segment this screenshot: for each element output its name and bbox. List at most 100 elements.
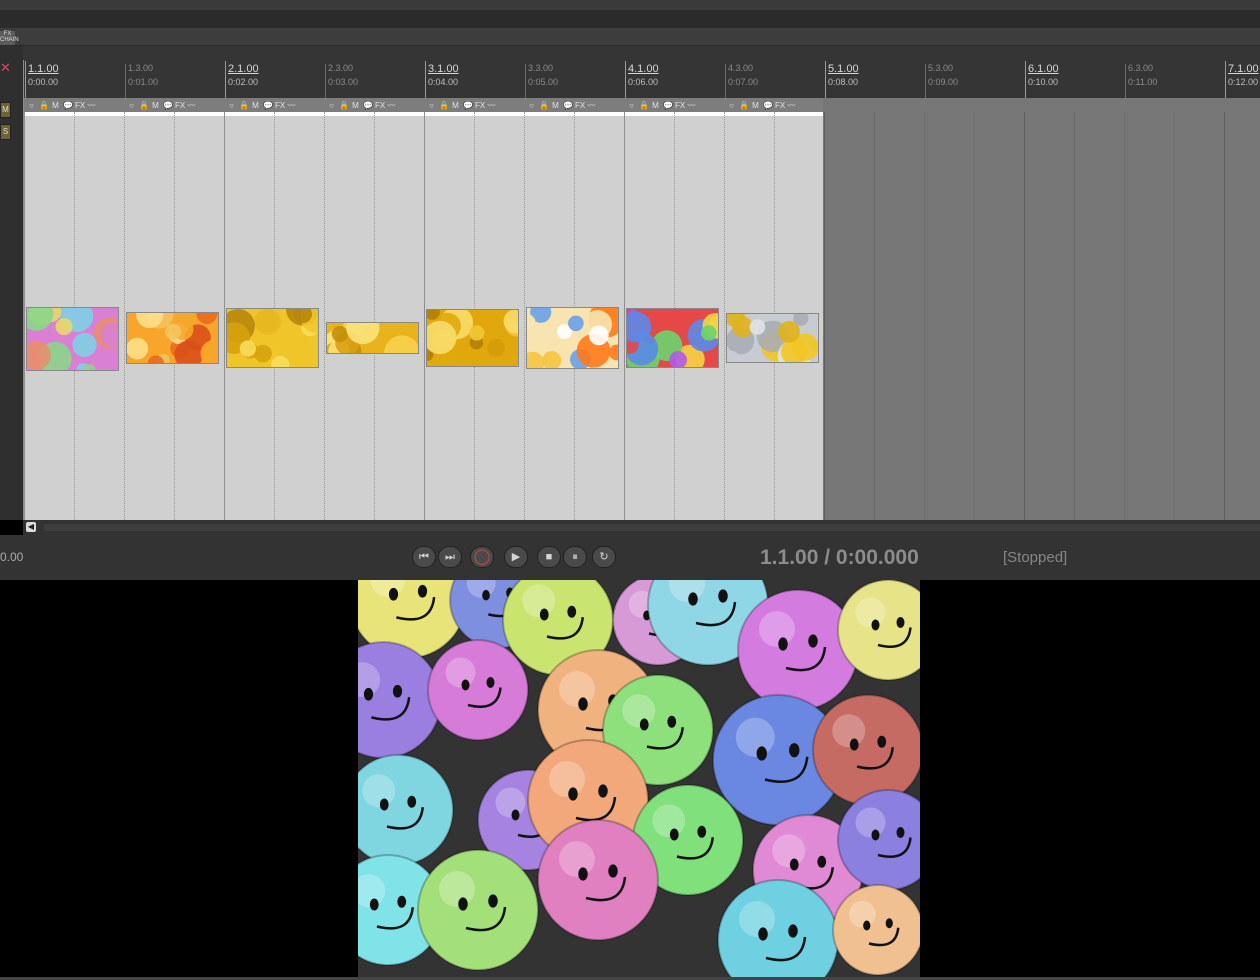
item-fx-button[interactable]: FX [375, 101, 385, 110]
item-envelope-icon[interactable]: 〰 [387, 101, 396, 110]
ruler-time-label: 0:00.00 [28, 77, 59, 87]
item-notes-icon[interactable]: 💬 [363, 101, 373, 110]
item-fx-button[interactable]: FX [175, 101, 185, 110]
item-notes-icon[interactable]: 💬 [163, 101, 173, 110]
media-item-thumbnail[interactable] [326, 322, 419, 354]
item-header: ○ 🔒 M 💬 FX 〰 [723, 98, 823, 112]
item-mute-button[interactable]: M [451, 101, 460, 110]
ruler-minor-tick [125, 64, 126, 98]
item-mute-button[interactable]: M [351, 101, 360, 110]
grid-line [824, 112, 825, 520]
item-mute-button[interactable]: M [751, 101, 760, 110]
ruler-minor-tick [725, 64, 726, 98]
grid-line [1024, 112, 1025, 520]
track-mute-button[interactable]: M [0, 102, 11, 118]
ruler-time-label: 0:04.00 [428, 77, 459, 87]
item-header: ○ 🔒 M 💬 FX 〰 [123, 98, 223, 112]
media-item-thumbnail[interactable] [126, 312, 219, 364]
item-header: ○ 🔒 M 💬 FX 〰 [323, 98, 423, 112]
smiley-ball [812, 694, 920, 806]
item-lock-icon[interactable]: 🔒 [639, 101, 649, 110]
media-item-thumbnail[interactable] [426, 309, 519, 367]
stop-button[interactable]: ■ [537, 546, 561, 568]
ruler-minor-tick [525, 64, 526, 98]
item-lock-icon[interactable]: 🔒 [339, 101, 349, 110]
item-notes-icon[interactable]: 💬 [63, 101, 73, 110]
item-fx-button[interactable]: FX [675, 101, 685, 110]
scrollbar-track[interactable] [44, 524, 1260, 531]
item-active-icon[interactable]: ○ [327, 101, 336, 110]
item-fx-button[interactable]: FX [275, 101, 285, 110]
ruler-bar-label: 5.1.00 [828, 63, 859, 75]
repeat-button[interactable]: ↻ [592, 546, 616, 568]
item-envelope-icon[interactable]: 〰 [487, 101, 496, 110]
item-lock-icon[interactable]: 🔒 [239, 101, 249, 110]
play-state-display: [Stopped] [1003, 549, 1068, 566]
fx-chain-button[interactable]: FX CHAIN [0, 31, 19, 45]
track-solo-button[interactable]: S [0, 124, 11, 140]
item-lock-icon[interactable]: 🔒 [39, 101, 49, 110]
item-active-icon[interactable]: ○ [127, 101, 136, 110]
item-envelope-icon[interactable]: 〰 [87, 101, 96, 110]
item-mute-button[interactable]: M [151, 101, 160, 110]
item-fx-button[interactable]: FX [75, 101, 85, 110]
item-envelope-icon[interactable]: 〰 [787, 101, 796, 110]
item-active-icon[interactable]: ○ [27, 101, 36, 110]
media-item-thumbnail[interactable] [26, 307, 119, 371]
media-item-thumbnail[interactable] [626, 308, 719, 368]
item-mute-button[interactable]: M [51, 101, 60, 110]
item-envelope-icon[interactable]: 〰 [587, 101, 596, 110]
media-item-thumbnail[interactable] [226, 308, 319, 368]
smiley-ball [358, 754, 454, 866]
scroll-left-icon[interactable]: ◀ [26, 522, 36, 532]
pause-button[interactable]: ⏸ [563, 546, 587, 568]
item-envelope-icon[interactable]: 〰 [187, 101, 196, 110]
item-envelope-icon[interactable]: 〰 [687, 101, 696, 110]
left-time-readout: 0.00 [0, 550, 24, 564]
record-button[interactable]: ◯ [470, 546, 494, 568]
play-cursor [23, 60, 24, 520]
item-active-icon[interactable]: ○ [427, 101, 436, 110]
play-button[interactable]: ▶ [504, 546, 528, 568]
media-item-thumbnail[interactable] [726, 313, 819, 363]
grid-line [324, 112, 326, 520]
item-fx-button[interactable]: FX [775, 101, 785, 110]
item-lock-icon[interactable]: 🔒 [539, 101, 549, 110]
track-close-icon[interactable]: ✕ [0, 60, 11, 76]
item-lock-icon[interactable]: 🔒 [139, 101, 149, 110]
ruler-bar-label: 6.1.00 [1028, 63, 1059, 75]
grid-line [1224, 112, 1225, 520]
grid-line [974, 112, 975, 520]
item-notes-icon[interactable]: 💬 [263, 101, 273, 110]
ruler-minor-tick [325, 64, 326, 98]
transport-bar [0, 535, 1260, 580]
go-to-end-button[interactable]: ⏭ [438, 546, 462, 568]
item-mute-button[interactable]: M [251, 101, 260, 110]
item-active-icon[interactable]: ○ [627, 101, 636, 110]
grid-line [874, 112, 875, 520]
smiley-ball [537, 819, 659, 941]
item-mute-button[interactable]: M [651, 101, 660, 110]
item-notes-icon[interactable]: 💬 [663, 101, 673, 110]
ruler-bar-label: 1.3.00 [128, 63, 154, 73]
ruler-time-label: 0:12.00 [1228, 77, 1259, 87]
item-fx-button[interactable]: FX [575, 101, 585, 110]
media-item-thumbnail[interactable] [526, 307, 619, 369]
timeline-ruler[interactable]: 1.1.00 0:00.00 2.1.00 0:02.00 3.1.00 0:04.00 4… [23, 46, 1260, 98]
item-notes-icon[interactable]: 💬 [563, 101, 573, 110]
item-notes-icon[interactable]: 💬 [763, 101, 773, 110]
item-fx-button[interactable]: FX [475, 101, 485, 110]
ruler-bar-label: 3.1.00 [428, 63, 459, 75]
ruler-bar-label: 5.3.00 [928, 63, 954, 73]
go-to-start-button[interactable]: ⏮ [412, 546, 436, 568]
item-active-icon[interactable]: ○ [727, 101, 736, 110]
item-active-icon[interactable]: ○ [227, 101, 236, 110]
item-envelope-icon[interactable]: 〰 [287, 101, 296, 110]
item-lock-icon[interactable]: 🔒 [739, 101, 749, 110]
item-active-icon[interactable]: ○ [527, 101, 536, 110]
ruler-time-label: 0:09.00 [928, 77, 959, 87]
item-lock-icon[interactable]: 🔒 [439, 101, 449, 110]
item-notes-icon[interactable]: 💬 [463, 101, 473, 110]
grid-line [24, 112, 25, 520]
item-mute-button[interactable]: M [551, 101, 560, 110]
